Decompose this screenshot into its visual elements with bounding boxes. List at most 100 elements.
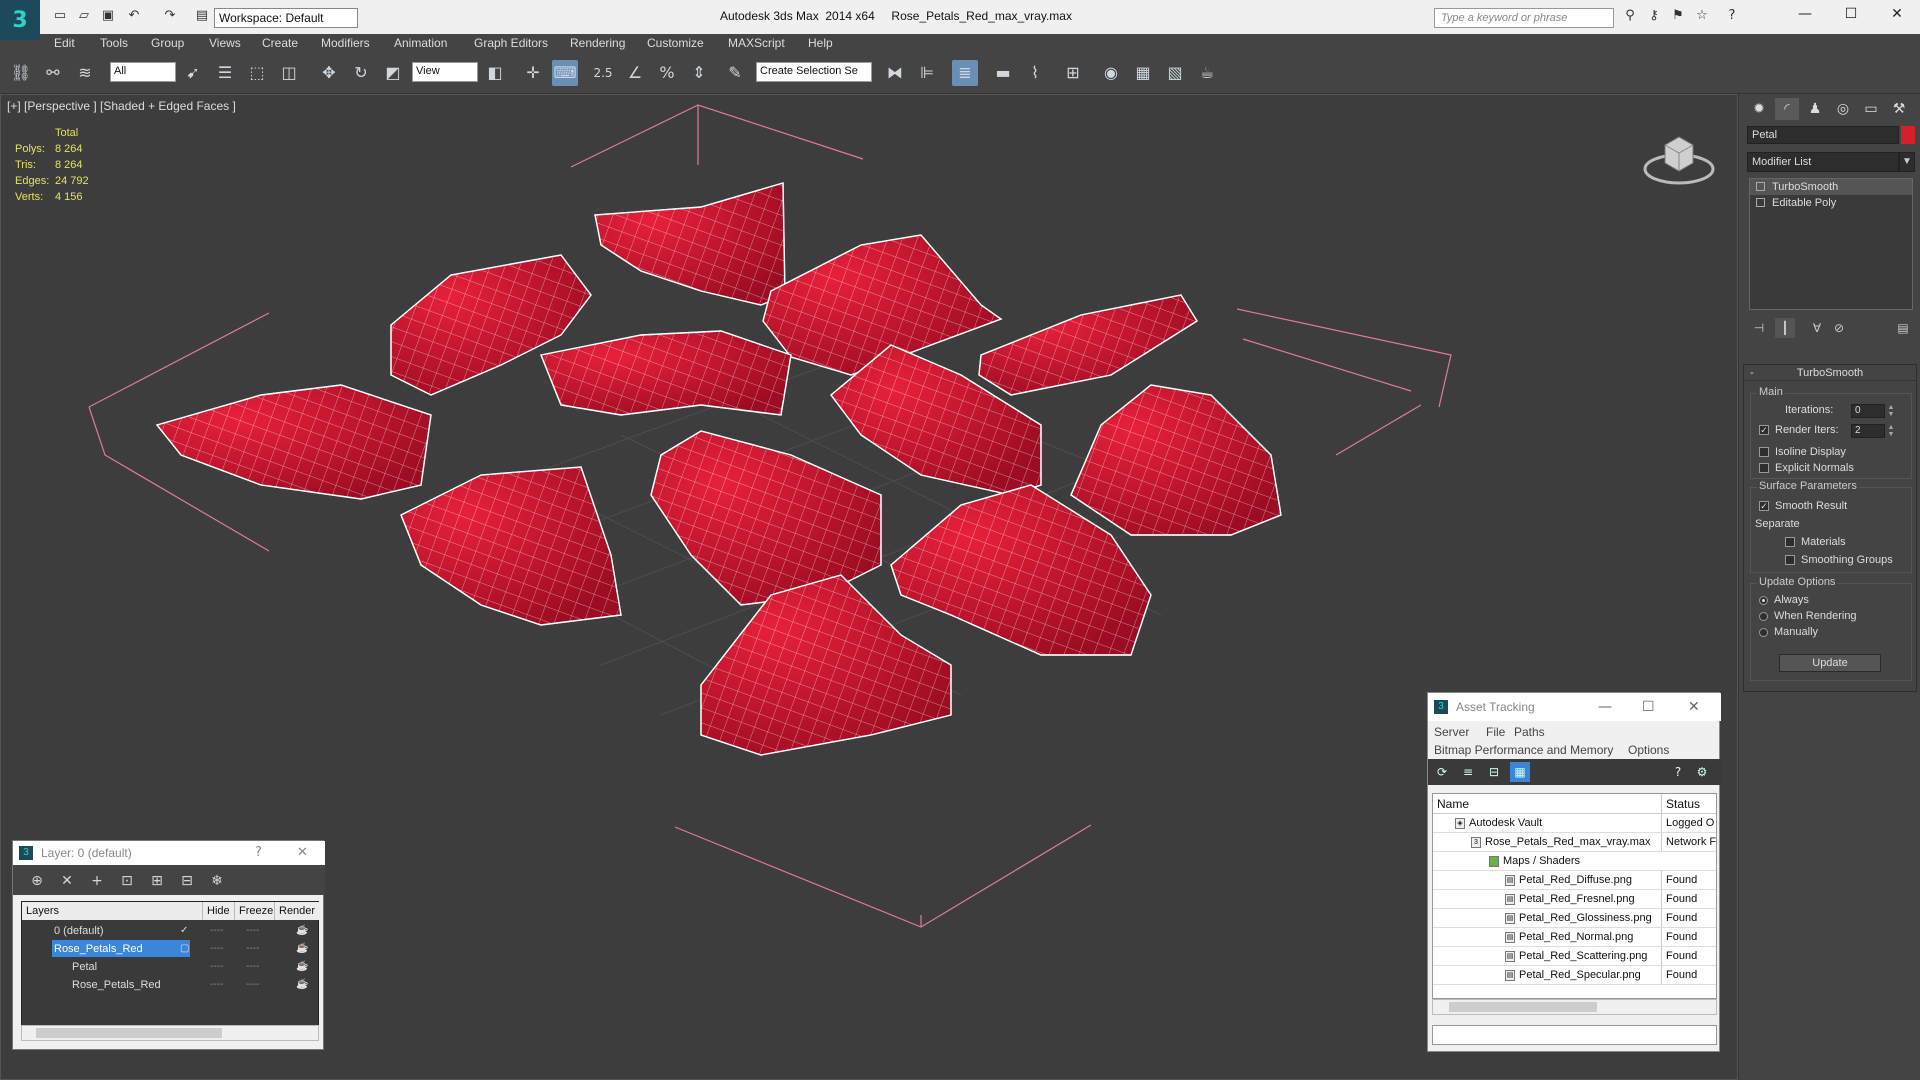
motion-tab-icon[interactable]: ◎: [1831, 98, 1855, 120]
configure-sets-icon[interactable]: ▤: [1893, 318, 1913, 338]
workspace-select[interactable]: Workspace: Default: [214, 8, 358, 28]
select-by-name-icon[interactable]: ☰: [212, 60, 238, 86]
layer-row[interactable]: Rose_Petals_Red ---- ---- ☕: [22, 976, 320, 994]
add-to-layer-icon[interactable]: +: [87, 871, 107, 891]
layer-window-title[interactable]: 3 Layer: 0 (default) ? ✕: [13, 841, 325, 865]
checkmark-icon[interactable]: ✓: [180, 922, 188, 940]
menu-file[interactable]: File: [1486, 723, 1505, 741]
column-header-status[interactable]: Status: [1661, 794, 1716, 814]
freeze-all-icon[interactable]: ❄: [207, 871, 227, 891]
column-header-name[interactable]: Name: [1437, 794, 1469, 814]
rotate-icon[interactable]: ↻: [348, 60, 374, 86]
layer-name[interactable]: 0 (default): [52, 922, 106, 939]
object-name-field[interactable]: Petal: [1747, 126, 1899, 144]
rollout-header[interactable]: - TurboSmooth: [1744, 365, 1916, 381]
unlink-icon[interactable]: ⚯: [40, 60, 66, 86]
checkbox[interactable]: [1759, 447, 1769, 457]
bind-spacewarp-icon[interactable]: ≋: [72, 60, 98, 86]
when-rendering-radio-row[interactable]: When Rendering: [1759, 610, 1857, 622]
link-icon[interactable]: ⛓: [8, 60, 34, 86]
menu-modifiers[interactable]: Modifiers: [321, 34, 370, 52]
ribbon-icon[interactable]: ▬: [990, 60, 1016, 86]
update-button[interactable]: Update: [1779, 654, 1881, 672]
column-header[interactable]: Render: [274, 902, 320, 920]
layer-manager-icon[interactable]: ≣: [952, 60, 978, 86]
table-row[interactable]: ▤ Petal_Red_Glossiness.png Found: [1433, 909, 1716, 928]
table-row[interactable]: ◈ Autodesk Vault Logged O: [1433, 814, 1716, 833]
settings-icon[interactable]: ⚙: [1692, 762, 1712, 782]
menu-create[interactable]: Create: [262, 34, 298, 52]
edit-named-selection-icon[interactable]: ✎: [722, 60, 748, 86]
select-objects-icon[interactable]: ⊡: [117, 871, 137, 891]
hide-toggle[interactable]: ----: [210, 976, 223, 994]
menu-bitmap-performance[interactable]: Bitmap Performance and Memory: [1434, 741, 1613, 759]
list-view-icon[interactable]: ≡: [1458, 762, 1478, 782]
render-iters-spinner[interactable]: 2: [1851, 424, 1885, 438]
object-name[interactable]: Petal: [70, 958, 99, 975]
table-row[interactable]: ▤ Petal_Red_Fresnel.png Found: [1433, 890, 1716, 909]
menu-options[interactable]: Options: [1628, 741, 1669, 759]
menu-views[interactable]: Views: [209, 34, 241, 52]
horizontal-scrollbar[interactable]: [1432, 999, 1717, 1015]
radio[interactable]: [1759, 627, 1768, 637]
scrollbar-thumb[interactable]: [36, 1028, 222, 1038]
viewcube-icon[interactable]: [1641, 125, 1721, 195]
menu-server[interactable]: Server: [1434, 723, 1469, 741]
always-radio-row[interactable]: Always: [1759, 594, 1809, 606]
render-teapot-icon[interactable]: ☕: [296, 922, 308, 940]
new-file-icon[interactable]: ▭: [50, 8, 70, 26]
table-row[interactable]: ▤ Petal_Red_Normal.png Found: [1433, 928, 1716, 947]
spinner-snap-icon[interactable]: ⇕: [686, 60, 712, 86]
key-icon[interactable]: ⚷: [1644, 8, 1664, 26]
maximize-button[interactable]: ☐: [1836, 6, 1866, 26]
schematic-view-icon[interactable]: ⊞: [1060, 60, 1086, 86]
isoline-display-row[interactable]: Isoline Display: [1759, 446, 1846, 458]
keyboard-shortcut-override-icon[interactable]: ⌨: [552, 60, 578, 86]
create-tab-icon[interactable]: ✹: [1747, 98, 1771, 120]
layer-row[interactable]: 0 (default) ✓ ---- ---- ☕: [22, 922, 320, 940]
move-icon[interactable]: ✥: [316, 60, 342, 86]
table-row[interactable]: Maps / Shaders: [1433, 852, 1716, 871]
radio[interactable]: [1759, 595, 1768, 605]
select-object-icon[interactable]: ➹: [180, 60, 206, 86]
table-view-icon[interactable]: ▦: [1510, 762, 1530, 782]
hierarchy-tab-icon[interactable]: ♟: [1803, 98, 1827, 120]
modifier-list-select[interactable]: Modifier List: [1747, 152, 1899, 172]
checkbox[interactable]: [1785, 537, 1795, 547]
horizontal-scrollbar[interactable]: [21, 1025, 319, 1041]
render-teapot-icon[interactable]: ☕: [296, 958, 308, 976]
column-header[interactable]: Hide: [202, 902, 234, 920]
material-editor-icon[interactable]: ◉: [1098, 60, 1124, 86]
layer-name[interactable]: Rose_Petals_Red: [52, 940, 190, 957]
minimize-icon[interactable]: —: [1598, 693, 1612, 721]
menu-maxscript[interactable]: MAXScript: [728, 34, 785, 52]
table-row[interactable]: 3 Rose_Petals_Red_max_vray.max Network F: [1433, 833, 1716, 852]
checkbox[interactable]: ✓: [1759, 425, 1769, 435]
display-tab-icon[interactable]: ▭: [1859, 98, 1883, 120]
select-manipulate-icon[interactable]: ✛: [520, 60, 546, 86]
freeze-toggle[interactable]: ----: [246, 976, 259, 994]
column-header[interactable]: Layers: [22, 902, 172, 920]
curve-editor-icon[interactable]: ⌇: [1022, 60, 1048, 86]
freeze-toggle[interactable]: ----: [246, 958, 259, 976]
modify-tab-icon[interactable]: ◜: [1775, 98, 1799, 120]
make-unique-icon[interactable]: ∀: [1807, 318, 1827, 338]
render-teapot-icon[interactable]: ☕: [296, 940, 308, 958]
radio[interactable]: [1759, 611, 1768, 621]
iterations-spinner[interactable]: 0: [1851, 404, 1885, 418]
scale-icon[interactable]: ◩: [380, 60, 406, 86]
asset-window-titlebar[interactable]: 3 Asset Tracking — ☐ ✕: [1428, 693, 1721, 721]
object-color-swatch[interactable]: [1901, 126, 1915, 144]
asset-path-field[interactable]: [1432, 1025, 1717, 1045]
smoothing-groups-row[interactable]: Smoothing Groups: [1785, 554, 1893, 566]
help-icon[interactable]: ?: [1722, 8, 1742, 26]
highlight-layer-icon[interactable]: ⊞: [147, 871, 167, 891]
render-production-icon[interactable]: ☕: [1194, 60, 1220, 86]
mirror-icon[interactable]: ⧓: [882, 60, 908, 86]
hide-toggle[interactable]: ----: [210, 958, 223, 976]
menu-tools[interactable]: Tools: [100, 34, 128, 52]
menu-group[interactable]: Group: [151, 34, 184, 52]
rect-selection-icon[interactable]: ⬚: [244, 60, 270, 86]
spinner-arrows-icon[interactable]: ▲ ▼: [1887, 404, 1895, 418]
freeze-toggle[interactable]: ----: [246, 922, 259, 940]
